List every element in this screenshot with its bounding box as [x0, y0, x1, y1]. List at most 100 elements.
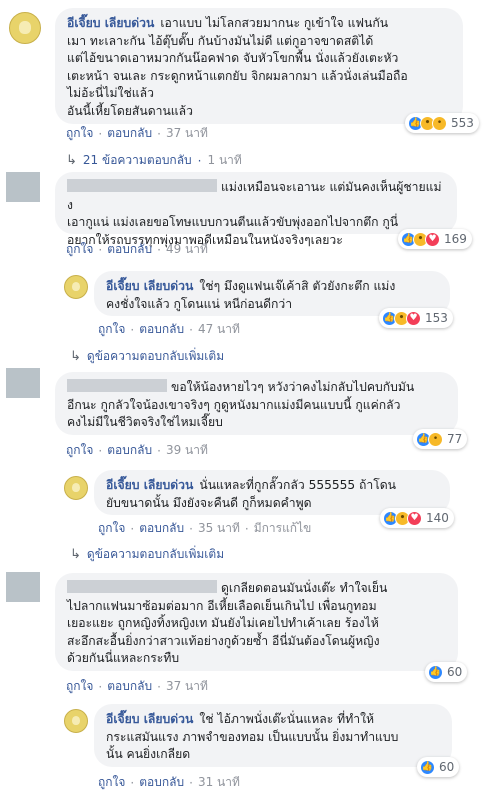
comment-actions: ถูกใจ · ตอบกลับ · 35 นาที · มีการแก้ไข	[98, 519, 311, 538]
reaction-count: 169	[444, 232, 467, 246]
comment-actions: ถูกใจ · ตอบกลับ · 31 นาที	[98, 773, 240, 792]
separator-dot: ·	[98, 679, 103, 694]
separator-dot: ·	[157, 126, 161, 141]
avatar[interactable]	[64, 275, 88, 299]
like-button[interactable]: ถูกใจ	[66, 240, 93, 259]
comment-text-line: เอาแบบ ไม่โลกสวยมากนะ กูเข้าใจ แฟนกัน	[160, 16, 389, 30]
reaction-count: 60	[447, 665, 463, 679]
separator-dot: ·	[189, 775, 193, 790]
reaction-count: 140	[426, 511, 449, 525]
reply-count-label[interactable]: 21 ข้อความตอบกลับ	[83, 151, 192, 170]
comment-timestamp[interactable]: 37 นาที	[166, 677, 208, 696]
comment-author[interactable]: อีเจี๊ยบ เลียบด่วน	[67, 16, 154, 30]
comment-text-line: ไม่อ้ะนี่ไม่ใช่แล้ว	[67, 86, 154, 100]
comment-text-line: นั่นแหละที่กูกลั๊วกลัว 555555 ถ้าโดน	[199, 478, 397, 492]
comment-bubble: ขอให้น้องหายไวๆ หวังว่าคงไม่กลับไปคบกับม…	[55, 372, 458, 435]
comment-text-line: เมา ทะเลาะกัน ไอ้ตุ๊บตั๊บ กันบ้างมันไม่ด…	[67, 33, 374, 48]
separator-dot: ·	[157, 679, 161, 694]
redacted-author-name	[67, 580, 217, 593]
avatar[interactable]	[64, 709, 88, 733]
comment-text-line: เตะหน้า จนเละ กระดูกหน้าแตกยับ จิกผมลากม…	[67, 68, 408, 83]
comment-timestamp[interactable]: 49 นาที	[166, 240, 208, 259]
view-more-replies-link[interactable]: ↳ ดูข้อความตอบกลับเพิ่มเติม	[70, 347, 224, 366]
separator-dot: ·	[189, 322, 193, 337]
comment-actions: ถูกใจ · ตอบกลับ · 37 นาที	[66, 677, 208, 696]
comment-text-line: คงไม่มีในชีวิตจริงใช่ไหมเจี๊ยบ	[67, 415, 223, 429]
separator-dot: ·	[157, 242, 161, 257]
separator-dot: ·	[189, 521, 193, 536]
comment-bubble: อีเจี๊ยบ เลียบด่วน เอาแบบ ไม่โลกสวยมากนะ …	[55, 8, 463, 124]
comment-text-line: กระแสมันแรง ภาพจำของทอม เป็นแบบนั้น ยิ่ง…	[106, 729, 399, 744]
view-more-replies-label[interactable]: ดูข้อความตอบกลับเพิ่มเติม	[87, 347, 224, 366]
comment-timestamp[interactable]: 37 นาที	[166, 124, 208, 143]
like-button[interactable]: ถูกใจ	[66, 677, 93, 696]
comment-timestamp[interactable]: 47 นาที	[198, 320, 240, 339]
separator-dot: ·	[197, 153, 202, 168]
avatar[interactable]	[64, 476, 88, 500]
comment-text-line: ด้วยกันนี่แหละกระทืบ	[67, 651, 180, 665]
reaction-count: 553	[451, 116, 474, 130]
avatar[interactable]	[6, 368, 40, 398]
comment-timestamp[interactable]: 31 นาที	[198, 773, 240, 792]
reaction-summary[interactable]: 👍 • ♥ 153	[379, 308, 453, 328]
comment-text-line: อีกนะ กูกลัวใจน้องเขาจริงๆ กูดูหนังมากแม…	[67, 397, 401, 412]
comment-text-line: ยับขนาดนั้น มึงยังจะคืนดี กูก็หมดคำพูด	[106, 495, 312, 510]
comment-text-line: ไปลากแฟนมาซ้อมต่อมาก อีเหี้ยเลือดเย็นเกิ…	[67, 598, 377, 613]
reaction-summary[interactable]: 👍 60	[425, 662, 468, 682]
comment-bubble: แม่งเหมือนจะเอานะ แต่มันคงเห็นผู้ชายแม่ง…	[55, 172, 457, 247]
reply-button[interactable]: ตอบกลับ	[139, 773, 184, 792]
comment-actions: ถูกใจ · ตอบกลับ · 47 นาที	[98, 320, 240, 339]
edited-label[interactable]: มีการแก้ไข	[254, 519, 312, 538]
comment-text-line: ขอให้น้องหายไวๆ หวังว่าคงไม่กลับไปคบกับม…	[171, 380, 415, 394]
like-button[interactable]: ถูกใจ	[98, 773, 125, 792]
comment-text-line: เอากูแน่ แม่งเลยขอโทษแบบกวนตีนแล้วขับพุ่…	[67, 215, 399, 229]
reaction-summary[interactable]: 👍 60	[417, 757, 460, 777]
reply-button[interactable]: ตอบกลับ	[107, 441, 152, 460]
comment-text-line: เยอะแยะ ถูกหญิงทิ้งหญิงเท มันยังไม่เคยไป…	[67, 616, 379, 630]
reply-button[interactable]: ตอบกลับ	[107, 124, 152, 143]
like-button[interactable]: ถูกใจ	[98, 320, 125, 339]
like-button[interactable]: ถูกใจ	[66, 441, 93, 460]
avatar[interactable]	[6, 572, 40, 602]
reaction-count: 153	[425, 311, 448, 325]
comment-text-line: นั้น คนยิ่งเกลียด	[106, 747, 191, 761]
comment-text-line: อันนี้เหี้ยโดยสันดานแล้ว	[67, 103, 193, 118]
view-more-replies-label[interactable]: ดูข้อความตอบกลับเพิ่มเติม	[87, 545, 224, 564]
reply-arrow-icon: ↳	[70, 349, 81, 364]
separator-dot: ·	[98, 242, 103, 257]
reply-button[interactable]: ตอบกลับ	[139, 519, 184, 538]
reply-button[interactable]: ตอบกลับ	[107, 677, 152, 696]
redacted-author-name	[67, 179, 217, 192]
like-button[interactable]: ถูกใจ	[66, 124, 93, 143]
comment-text-line: แต่ไอ้ขนาดเอาหมวกกันน๊อคฟาด จับหัวโขกพื้…	[67, 51, 399, 65]
reply-arrow-icon: ↳	[66, 153, 77, 168]
sad-reaction-icon: •	[432, 115, 447, 131]
reply-bubble: อีเจี๊ยบ เลียบด่วน ใช่ ไอ้ภาพนั่งเต๊ะนั่น…	[94, 704, 452, 767]
separator-dot: ·	[98, 126, 103, 141]
avatar[interactable]	[9, 12, 41, 44]
like-button[interactable]: ถูกใจ	[98, 519, 125, 538]
reaction-summary[interactable]: 👍 • • 553	[405, 113, 479, 133]
comment-text-line: สะอึกสะอื้นยิ่งกว่าสาวแท้อย่างกูด้วยซ้ำ …	[67, 633, 380, 648]
comment-timestamp[interactable]: 39 นาที	[166, 441, 208, 460]
comment-author[interactable]: อีเจี๊ยบ เลียบด่วน	[106, 478, 193, 492]
reaction-summary[interactable]: 👍 • ♥ 140	[380, 508, 454, 528]
separator-dot: ·	[130, 521, 135, 536]
reaction-summary[interactable]: 👍 • ♥ 169	[398, 229, 472, 249]
view-more-replies-link[interactable]: ↳ ดูข้อความตอบกลับเพิ่มเติม	[70, 545, 224, 564]
reaction-summary[interactable]: 👍 • 77	[413, 429, 468, 449]
separator-dot: ·	[244, 521, 249, 536]
reply-timestamp: 1 นาที	[207, 153, 242, 167]
comment-text-line: ใช่ๆ มึงดูแฟนเจ๊เค้าสิ ตัวยังกะตึก แม่ง	[199, 279, 396, 293]
reply-button[interactable]: ตอบกลับ	[107, 240, 152, 259]
view-replies-link[interactable]: ↳ 21 ข้อความตอบกลับ · 1 นาที	[66, 151, 242, 170]
redacted-author-name	[67, 379, 167, 392]
comment-timestamp[interactable]: 35 นาที	[198, 519, 240, 538]
reaction-count: 60	[439, 760, 455, 774]
love-reaction-icon: ♥	[425, 231, 440, 247]
comment-actions: ถูกใจ · ตอบกลับ · 39 นาที	[66, 441, 208, 460]
reply-button[interactable]: ตอบกลับ	[139, 320, 184, 339]
comment-author[interactable]: อีเจี๊ยบ เลียบด่วน	[106, 712, 193, 726]
comment-author[interactable]: อีเจี๊ยบ เลียบด่วน	[106, 279, 193, 293]
avatar[interactable]	[6, 172, 40, 202]
